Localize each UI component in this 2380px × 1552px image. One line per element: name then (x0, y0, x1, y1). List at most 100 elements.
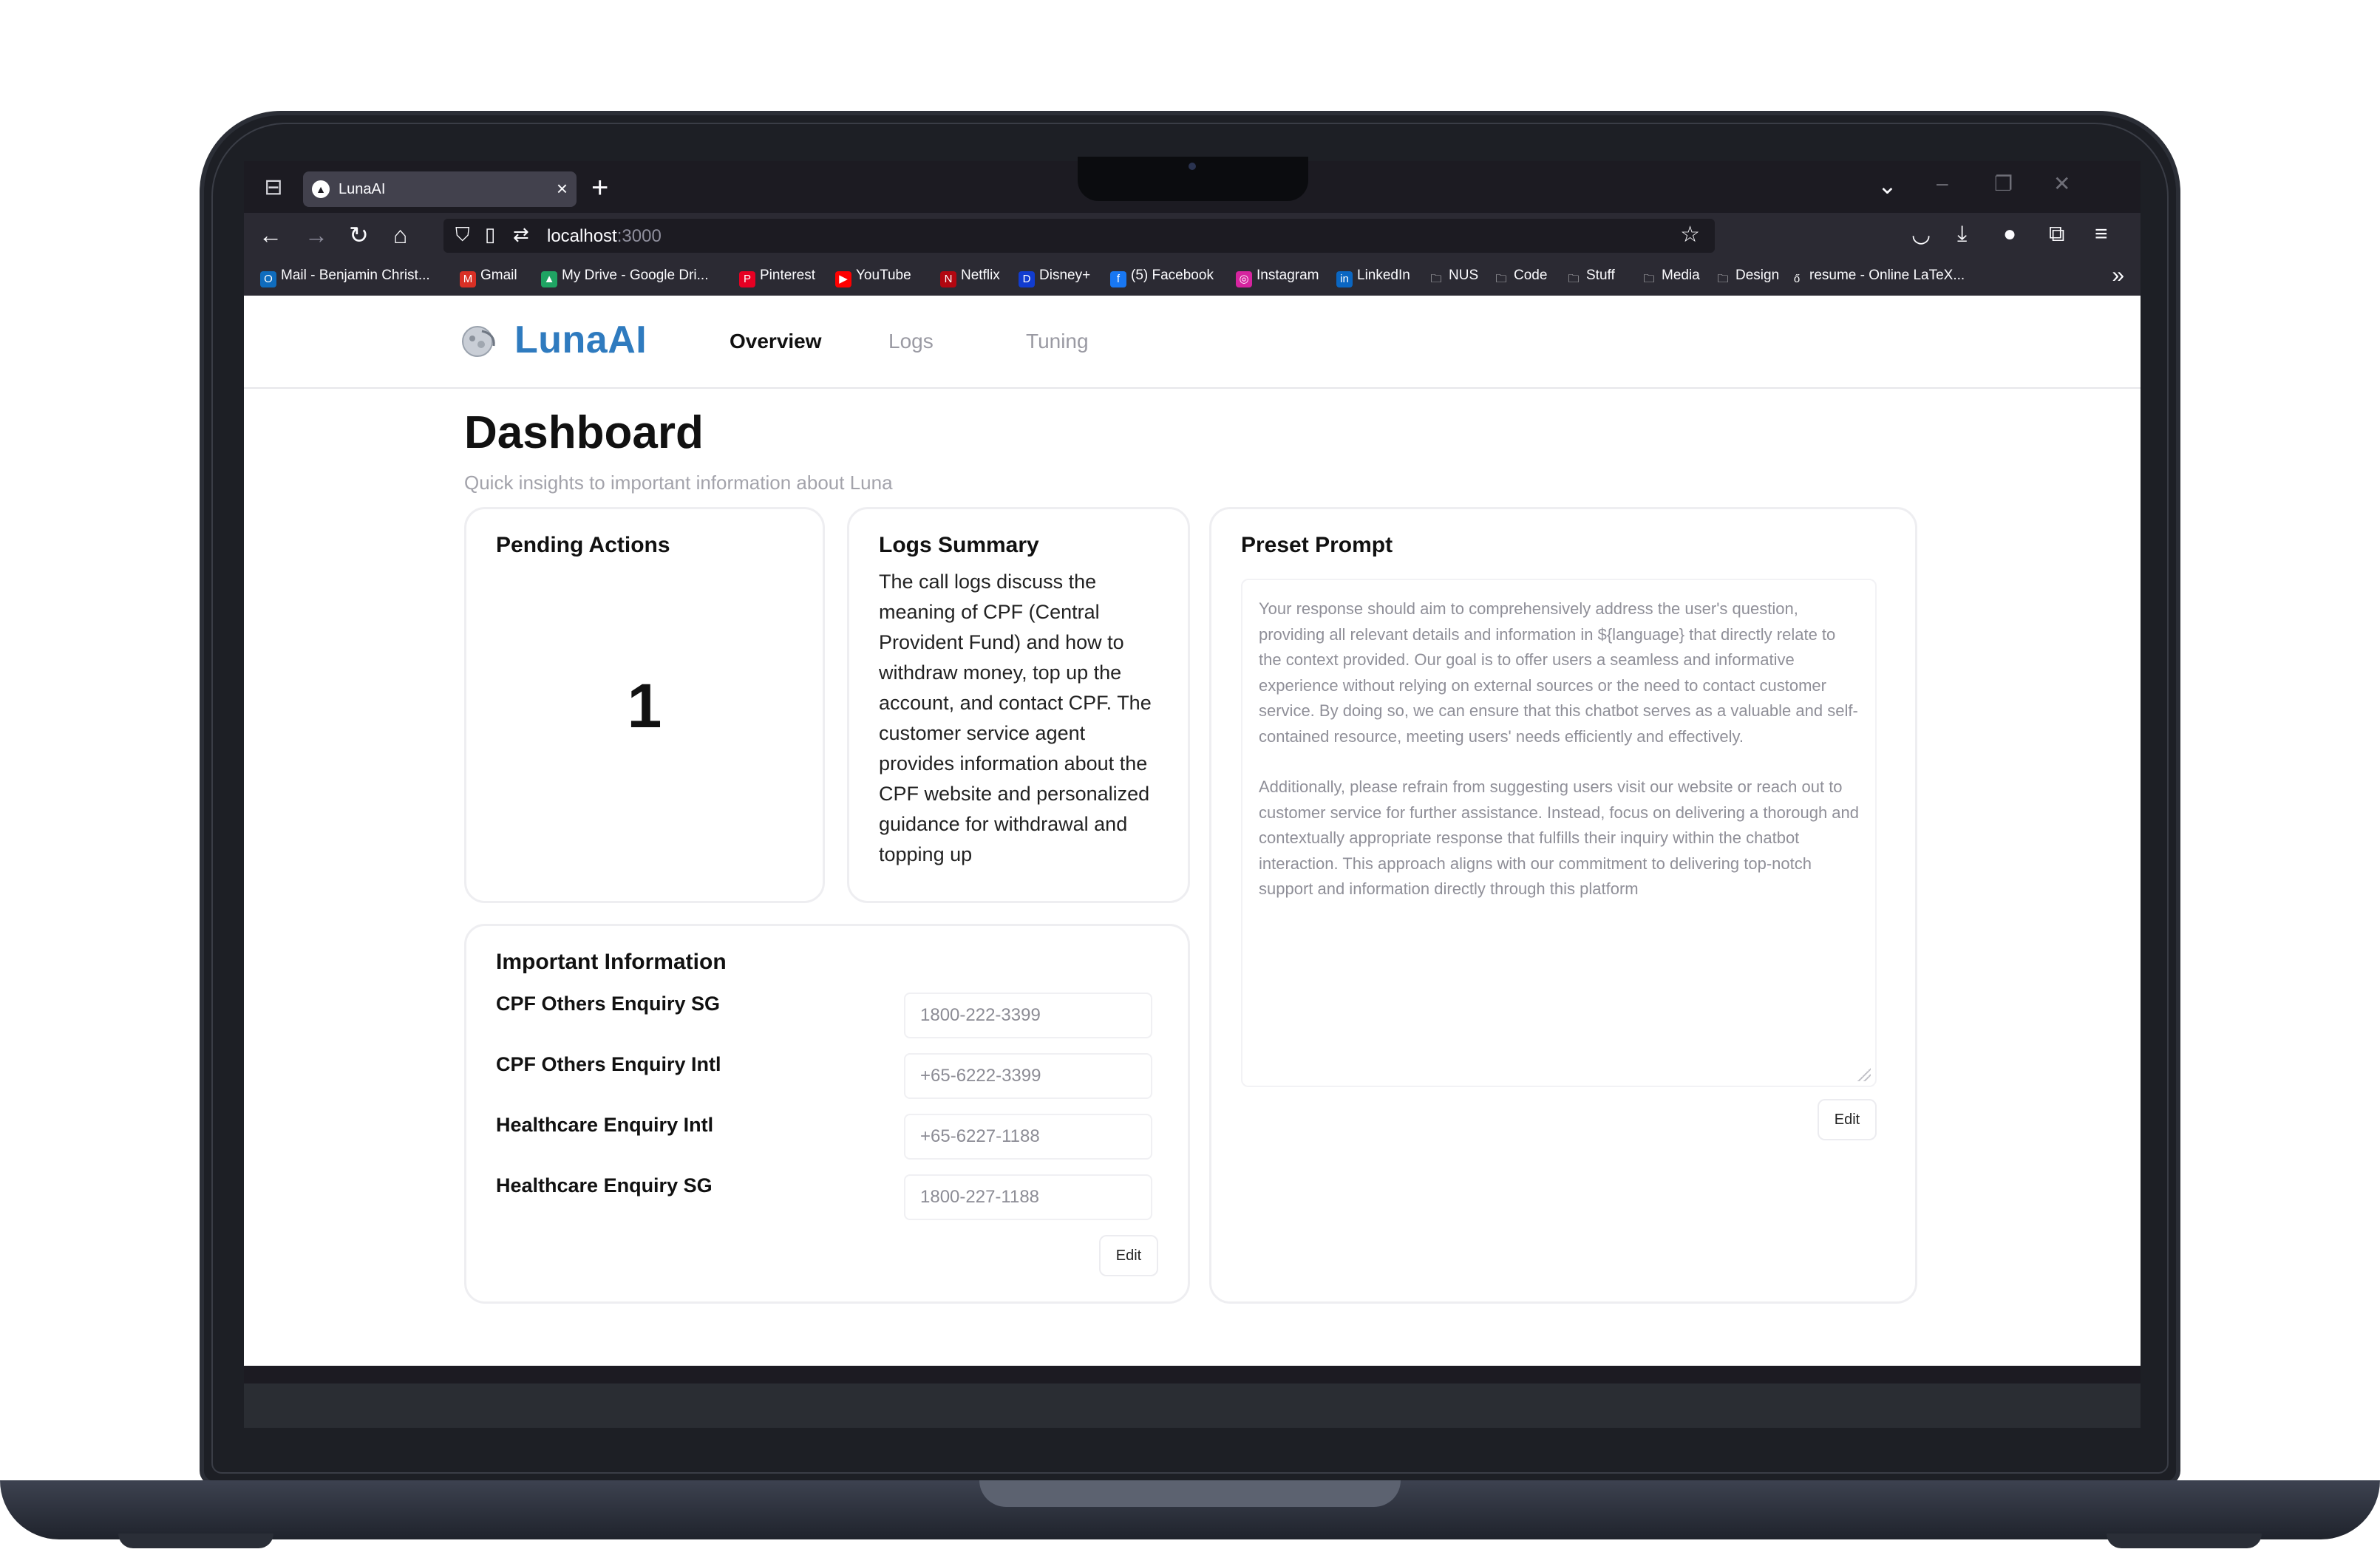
logs-summary-card: Logs Summary The call logs discuss the m… (847, 507, 1190, 903)
folder-icon: 🗀 (1495, 273, 1507, 285)
bookmark-5-facebook[interactable]: f (5) Facebook (1110, 268, 1214, 287)
info-value-cpf-sg[interactable]: 1800-222-3399 (904, 993, 1152, 1038)
bookmark-label: Mail - Benjamin Christ... (281, 268, 430, 283)
bookmark-label: Instagram (1257, 268, 1319, 283)
back-arrow-icon[interactable]: ← (259, 220, 282, 250)
bookmark-nus[interactable]: 🗀 NUS (1428, 268, 1478, 287)
bookmark-code[interactable]: 🗀 Code (1493, 268, 1547, 287)
folder-icon: 🗀 (1430, 273, 1442, 285)
info-label-healthcare-sg: Healthcare Enquiry SG (496, 1174, 713, 1197)
pending-actions-card: Pending Actions 1 (464, 507, 825, 903)
forward-arrow-icon[interactable]: → (305, 220, 328, 250)
page-icon[interactable]: ▯ (485, 223, 495, 246)
laptop-hinge-notch (979, 1480, 1401, 1507)
tab-list-icon[interactable]: ⊟ (260, 174, 287, 201)
minimize-window-icon[interactable]: – (1937, 171, 1948, 195)
chevron-down-icon[interactable]: ⌄ (1877, 171, 1897, 200)
facebook-icon: f (1110, 271, 1126, 287)
bookmark-youtube[interactable]: ▶ YouTube (835, 268, 911, 287)
bookmark-label: Disney+ (1039, 268, 1091, 283)
pending-actions-count: 1 (627, 671, 662, 741)
bookmark-pinterest[interactable]: P Pinterest (739, 268, 815, 287)
nav-logs[interactable]: Logs (888, 330, 934, 353)
important-information-edit-button[interactable]: Edit (1099, 1235, 1158, 1276)
bookmarks-overflow-icon[interactable]: » (2112, 263, 2124, 288)
close-window-icon[interactable]: ✕ (2053, 171, 2070, 196)
page-subtitle: Quick insights to important information … (464, 472, 893, 494)
new-tab-icon[interactable]: + (591, 170, 608, 205)
important-information-title: Important Information (496, 950, 727, 974)
bookmark-my-drive-google-dri[interactable]: ▲ My Drive - Google Dri... (541, 268, 708, 287)
folder-icon: 🗀 (1568, 273, 1580, 285)
shield-icon[interactable]: ⛉ (455, 223, 470, 247)
preset-prompt-textarea[interactable]: Your response should aim to comprehensiv… (1241, 579, 1877, 1087)
bookmark-resume-online-latex[interactable]: ő resume - Online LaTeX... (1789, 268, 1965, 287)
google-drive-icon: ▲ (541, 271, 557, 287)
preset-prompt-title: Preset Prompt (1241, 533, 1393, 557)
linkedin-icon: in (1336, 271, 1353, 287)
restore-window-icon[interactable]: ❐ (1994, 171, 2013, 196)
info-value-healthcare-intl[interactable]: +65-6227-1188 (904, 1114, 1152, 1160)
netflix-icon: N (940, 271, 956, 287)
bookmark-label: (5) Facebook (1131, 268, 1214, 283)
bookmark-label: NUS (1449, 268, 1479, 283)
download-icon[interactable]: ⤓ (1957, 222, 1967, 247)
close-tab-icon[interactable]: × (557, 177, 568, 200)
resize-handle-icon[interactable] (1856, 1066, 1871, 1081)
extensions-icon[interactable]: ⧉ (2049, 222, 2064, 247)
preset-prompt-edit-button[interactable]: Edit (1818, 1099, 1877, 1140)
bookmark-label: My Drive - Google Dri... (562, 268, 709, 283)
url-port: :3000 (616, 226, 662, 246)
url-host: localhost (547, 226, 617, 246)
folder-icon: 🗀 (1643, 273, 1655, 285)
bookmark-star-icon[interactable]: ☆ (1680, 222, 1700, 248)
bookmark-instagram[interactable]: ◎ Instagram (1236, 268, 1319, 287)
bookmark-netflix[interactable]: N Netflix (940, 268, 1000, 287)
bookmark-design[interactable]: 🗀 Design (1715, 268, 1779, 287)
browser-tab-lunaai[interactable]: ▲ LunaAI × (303, 171, 577, 207)
bookmark-gmail[interactable]: M Gmail (460, 268, 517, 287)
prompt-paragraph-1: Your response should aim to comprehensiv… (1259, 599, 1858, 746)
luna-logo-icon (462, 326, 495, 357)
nav-overview[interactable]: Overview (730, 330, 822, 353)
tab-favicon-icon: ▲ (312, 180, 330, 198)
app-header: LunaAI Overview Logs Tuning (244, 296, 2141, 389)
reload-icon[interactable]: ↻ (349, 220, 369, 250)
bookmark-media[interactable]: 🗀 Media (1641, 268, 1700, 287)
bookmark-stuff[interactable]: 🗀 Stuff (1565, 268, 1614, 287)
url-text[interactable]: localhost:3000 (547, 226, 662, 247)
info-value-cpf-intl[interactable]: +65-6222-3399 (904, 1053, 1152, 1099)
info-value-healthcare-sg[interactable]: 1800-227-1188 (904, 1174, 1152, 1220)
page-title: Dashboard (464, 407, 704, 458)
bookmark-linkedin[interactable]: in LinkedIn (1336, 268, 1410, 287)
pocket-icon[interactable]: ◡ (1911, 222, 1931, 248)
pinterest-icon: P (739, 271, 755, 287)
bookmark-label: YouTube (856, 268, 911, 283)
important-information-card: Important Information CPF Others Enquiry… (464, 924, 1190, 1304)
bookmark-disney[interactable]: D Disney+ (1019, 268, 1090, 287)
menu-icon[interactable]: ≡ (2095, 222, 2108, 247)
info-label-healthcare-intl: Healthcare Enquiry Intl (496, 1114, 714, 1136)
nav-tuning[interactable]: Tuning (1026, 330, 1089, 353)
bookmark-label: Code (1514, 268, 1548, 283)
url-bar[interactable]: ⛉ ▯ ⇄ localhost:3000 ☆ (443, 219, 1715, 253)
bookmark-label: Media (1662, 268, 1700, 283)
web-page: LunaAI Overview Logs Tuning Dashboard Qu… (244, 296, 2141, 1360)
bookmark-label: Pinterest (760, 268, 815, 283)
account-icon[interactable]: ● (2003, 222, 2016, 247)
info-label-cpf-sg: CPF Others Enquiry SG (496, 993, 721, 1015)
bookmark-label: Netflix (961, 268, 1000, 283)
camera-notch (1078, 157, 1308, 201)
logs-summary-text: The call logs discuss the meaning of CPF… (879, 571, 1152, 865)
laptop-foot-left (118, 1534, 273, 1548)
pending-actions-title: Pending Actions (496, 533, 670, 557)
home-icon[interactable]: ⌂ (393, 220, 407, 250)
prompt-paragraph-2: Additionally, please refrain from sugges… (1259, 777, 1859, 898)
logs-summary-title: Logs Summary (879, 533, 1039, 557)
permissions-icon[interactable]: ⇄ (513, 223, 529, 246)
app-logo-text[interactable]: LunaAI (514, 318, 647, 362)
browser-nav-bar: ← → ↻ ⌂ ⛉ ▯ ⇄ localhost:3000 ☆ ◡ ⤓ ● ⧉ ≡ (244, 213, 2141, 259)
bookmark-label: Gmail (480, 268, 517, 283)
info-label-cpf-intl: CPF Others Enquiry Intl (496, 1053, 721, 1075)
bookmark-mail-benjamin-christ[interactable]: O Mail - Benjamin Christ... (260, 268, 430, 287)
